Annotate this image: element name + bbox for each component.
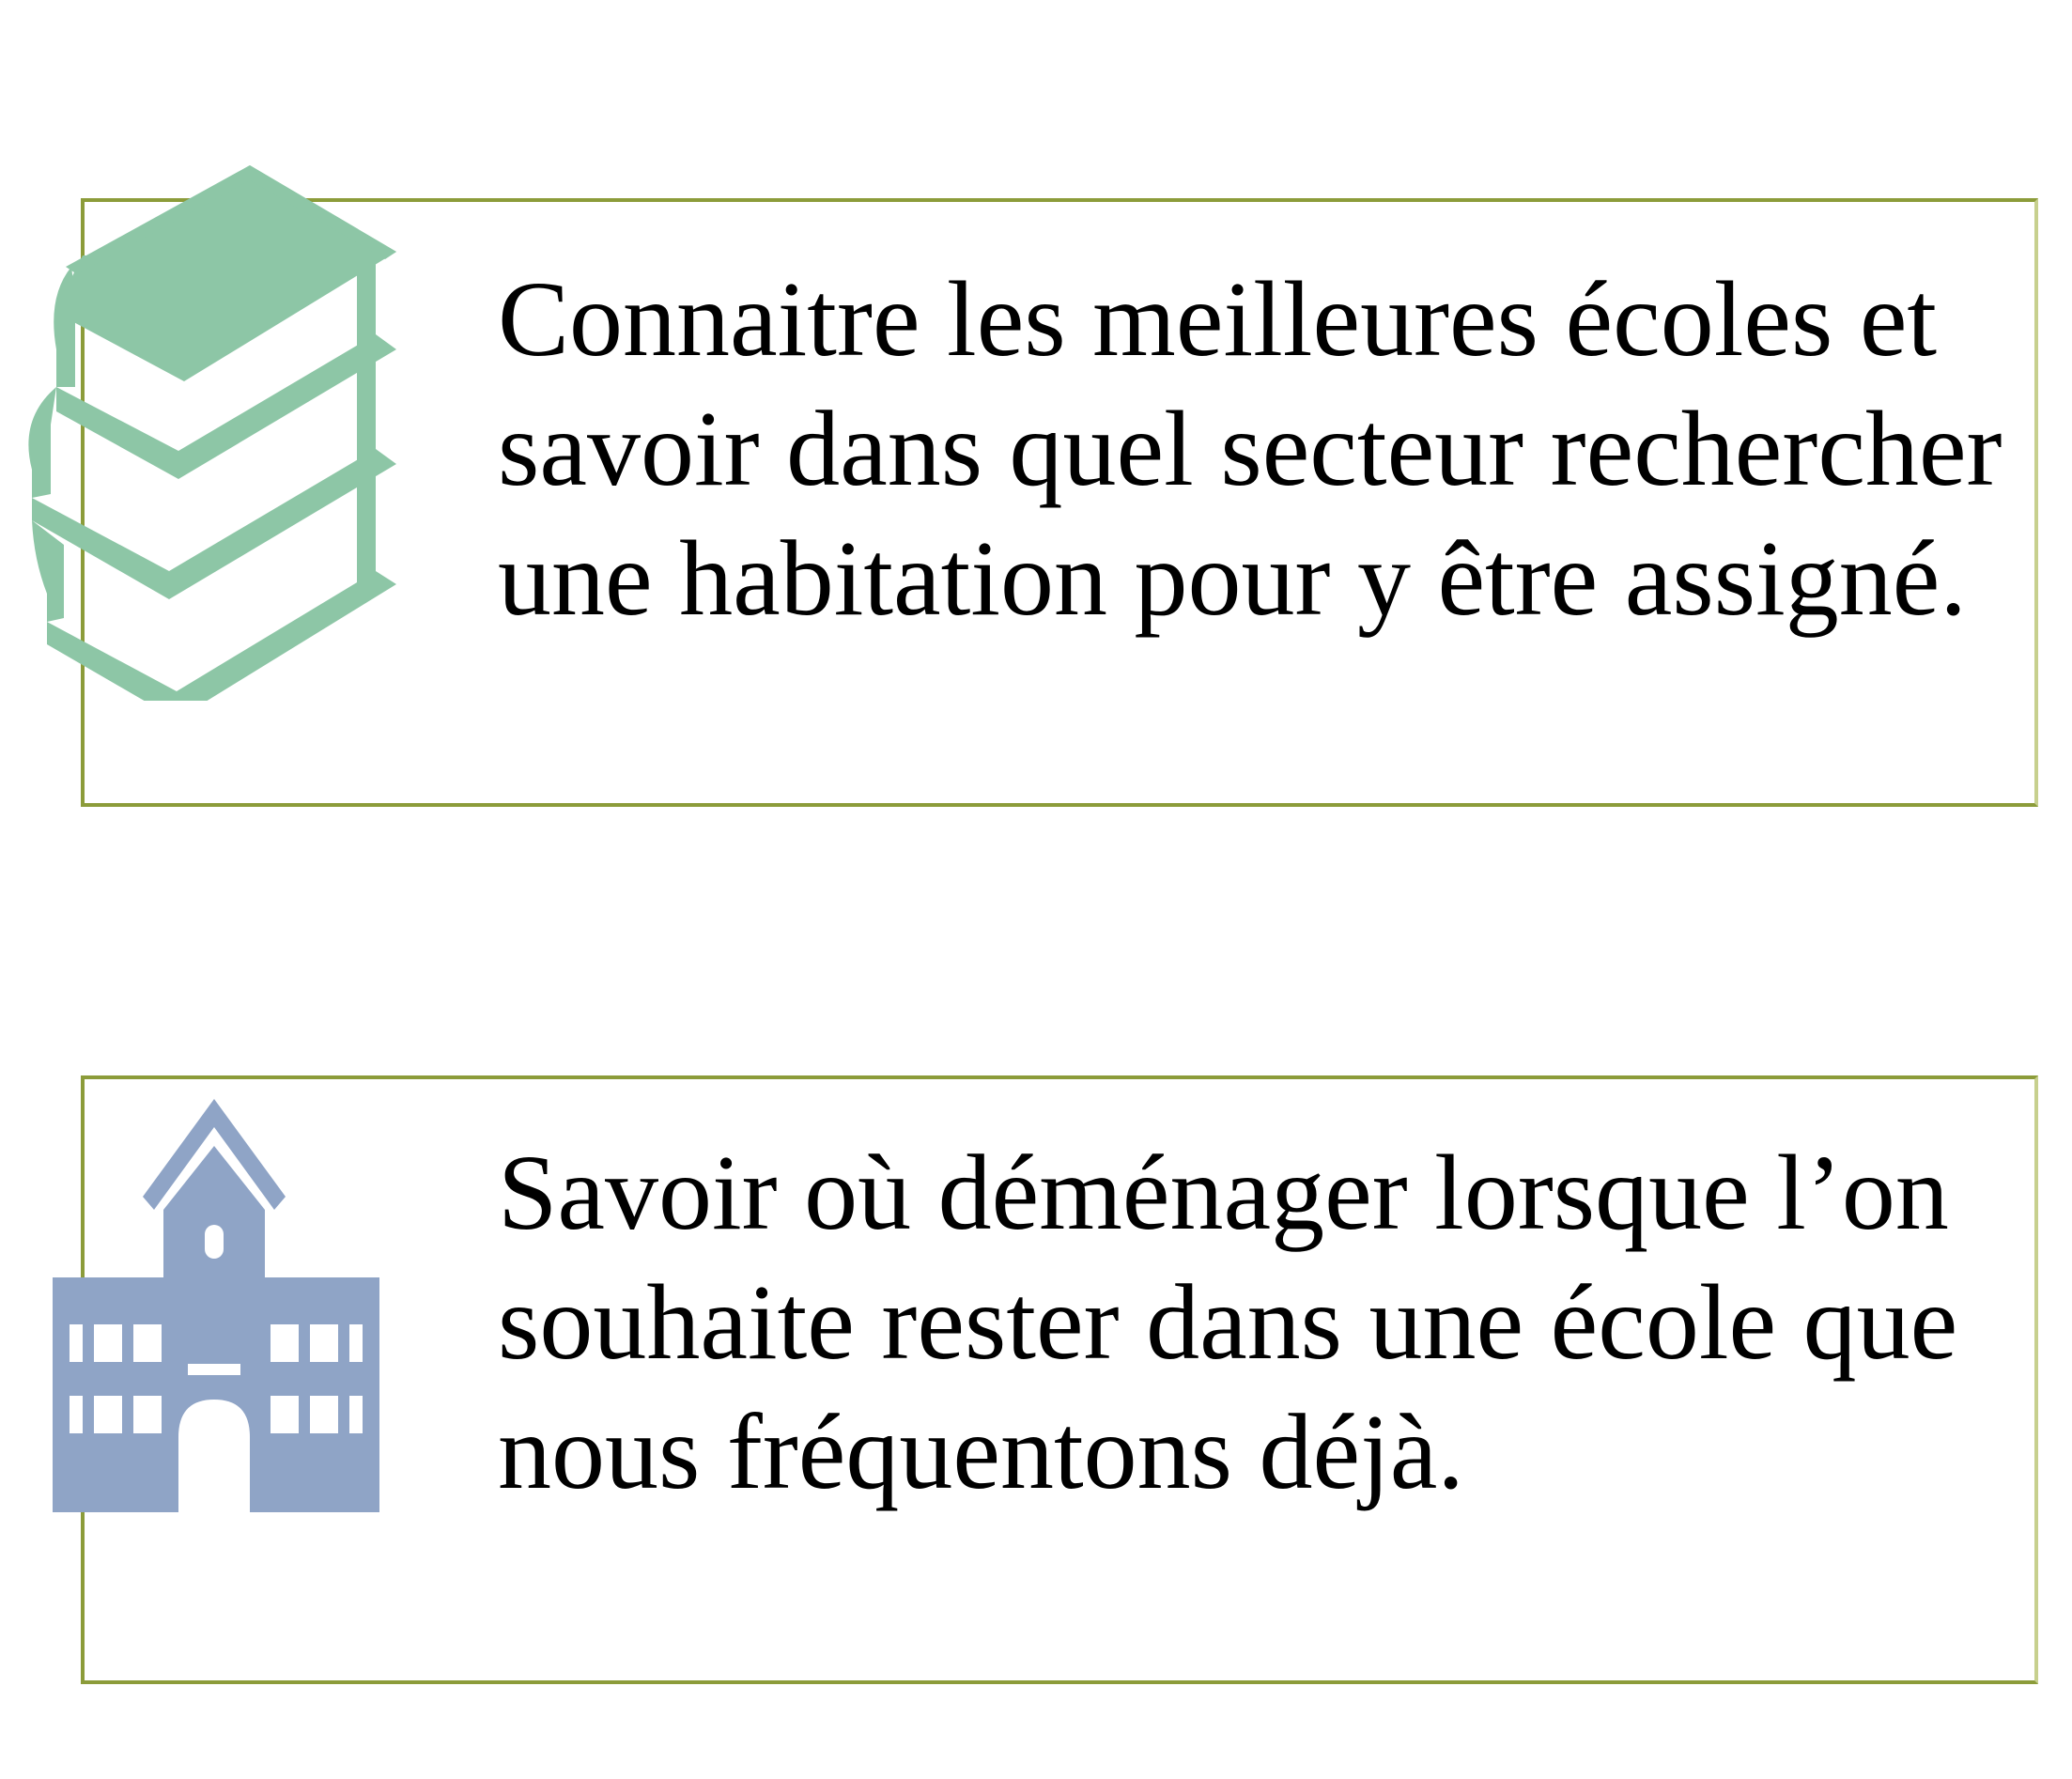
school-building-icon [53,1099,379,1512]
card-text-moving: Savoir où déménager lorsque l’on souhait… [498,1133,1958,1511]
card-text-schools: Connaitre les meilleures écoles et savoi… [498,259,2002,638]
books-stack-icon [28,165,396,701]
